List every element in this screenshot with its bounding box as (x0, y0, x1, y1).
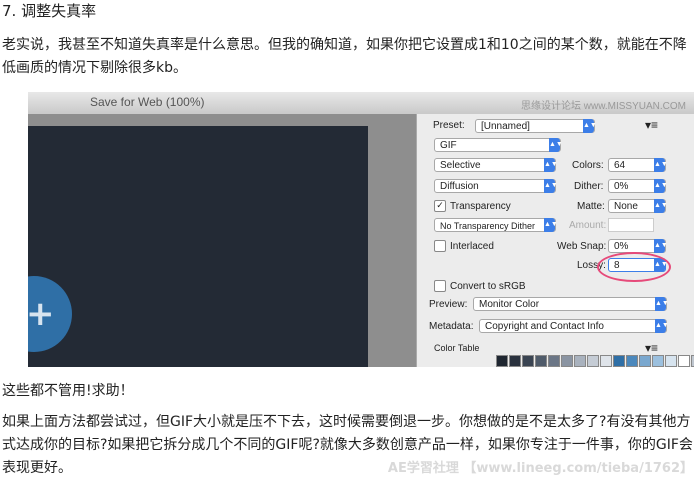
web-snap-combo[interactable]: 0% ▲▼ (608, 239, 668, 253)
color-swatch[interactable] (509, 355, 521, 367)
web-snap-value: 0% (614, 241, 629, 252)
window-title: Save for Web (100%) (90, 95, 205, 109)
page-watermark: AE学習社理 【www.lineeg.com/tieba/1762】 (387, 461, 693, 476)
save-for-web-screenshot: Save for Web (100%) 思缘设计论坛 www.MISSYUAN.… (28, 92, 694, 367)
color-swatch[interactable] (665, 355, 677, 367)
color-table-label: Color Table (434, 343, 480, 353)
chevron-updown-icon: ▲▼ (583, 119, 597, 133)
color-swatch[interactable] (496, 355, 508, 367)
dither-combo[interactable]: 0% ▲▼ (608, 179, 668, 193)
color-swatch[interactable] (652, 355, 664, 367)
preview-pane (28, 114, 416, 367)
colors-label: Colors: (572, 160, 604, 171)
chevron-updown-icon: ▲▼ (544, 158, 558, 172)
chevron-updown-icon: ▲▼ (654, 239, 668, 253)
panel-menu-icon[interactable]: ▾≡ (645, 118, 658, 132)
matte-label: Matte: (577, 201, 605, 212)
color-swatch[interactable] (626, 355, 638, 367)
chevron-updown-icon: ▲▼ (654, 158, 668, 172)
chevron-updown-icon: ▲▼ (654, 179, 668, 193)
color-swatch[interactable] (613, 355, 625, 367)
convert-srgb-label: Convert to sRGB (450, 281, 526, 292)
chevron-updown-icon: ▲▼ (549, 138, 563, 152)
metadata-value: Copyright and Contact Info (485, 321, 604, 332)
preset-label: Preset: (433, 120, 465, 131)
matte-value: None (614, 201, 638, 212)
image-canvas (28, 126, 368, 367)
color-swatch[interactable] (574, 355, 586, 367)
chevron-updown-icon: ▲▼ (544, 218, 558, 232)
preset-select[interactable]: [Unnamed] ▲▼ (475, 119, 597, 133)
transparency-checkbox[interactable]: ✓ (434, 200, 446, 212)
color-swatch[interactable] (548, 355, 560, 367)
plus-icon: + (28, 294, 55, 334)
chevron-updown-icon: ▲▼ (655, 297, 669, 311)
color-swatch[interactable] (600, 355, 612, 367)
metadata-select[interactable]: Copyright and Contact Info ▲▼ (479, 319, 669, 333)
color-reduction-value: Selective (440, 160, 481, 171)
format-select[interactable]: GIF ▲▼ (434, 138, 563, 152)
chevron-updown-icon: ▲▼ (654, 199, 668, 213)
lossy-highlight-annotation (597, 252, 671, 282)
color-swatch[interactable] (561, 355, 573, 367)
window-titlebar: Save for Web (100%) 思缘设计论坛 www.MISSYUAN.… (28, 92, 694, 115)
chevron-updown-icon: ▲▼ (544, 179, 558, 193)
preview-label: Preview: (429, 299, 468, 310)
color-table-swatches (496, 355, 694, 367)
color-reduction-select[interactable]: Selective ▲▼ (434, 158, 558, 172)
transparency-dither-select[interactable]: No Transparency Dither ▲▼ (434, 218, 558, 232)
amount-label: Amount: (569, 220, 607, 231)
interlaced-checkbox[interactable] (434, 240, 446, 252)
help-paragraph: 这些都不管用!求助！ (2, 383, 134, 399)
section-heading: 7. 调整失真率 (2, 2, 97, 20)
preset-value: [Unnamed] (481, 121, 530, 132)
matte-select[interactable]: None ▲▼ (608, 199, 668, 213)
format-value: GIF (440, 140, 457, 151)
settings-panel: Preset: [Unnamed] ▲▼ ▾≡ GIF ▲▼ Selective ▲▼… (416, 114, 694, 367)
preview-select[interactable]: Monitor Color ▲▼ (473, 297, 669, 311)
color-swatch[interactable] (678, 355, 690, 367)
interlaced-label: Interlaced (450, 241, 494, 252)
colors-combo[interactable]: 64 ▲▼ (608, 158, 668, 172)
site-watermark: 思缘设计论坛 www.MISSYUAN.COM (520, 101, 686, 112)
intro-paragraph: 老实说，我甚至不知道失真率是什么意思。但我的确知道，如果你把它设置成1和10之间… (2, 37, 687, 76)
color-swatch[interactable] (691, 355, 694, 367)
dither-label: Dither: (574, 181, 604, 192)
color-swatch[interactable] (535, 355, 547, 367)
dither-algorithm-value: Diffusion (440, 181, 479, 192)
color-swatch[interactable] (639, 355, 651, 367)
amount-field[interactable] (608, 218, 654, 232)
color-swatch[interactable] (587, 355, 599, 367)
color-table-menu-icon[interactable]: ▾≡ (645, 341, 658, 355)
metadata-label: Metadata: (429, 321, 474, 332)
transparency-label: Transparency (450, 201, 511, 212)
color-swatch[interactable] (522, 355, 534, 367)
convert-srgb-checkbox[interactable] (434, 280, 446, 292)
transparency-dither-value: No Transparency Dither (440, 221, 536, 231)
chevron-updown-icon: ▲▼ (655, 319, 669, 333)
dither-value: 0% (614, 181, 629, 192)
colors-value: 64 (614, 160, 626, 171)
dither-algorithm-select[interactable]: Diffusion ▲▼ (434, 179, 558, 193)
preview-value: Monitor Color (479, 299, 540, 310)
web-snap-label: Web Snap: (557, 241, 607, 252)
